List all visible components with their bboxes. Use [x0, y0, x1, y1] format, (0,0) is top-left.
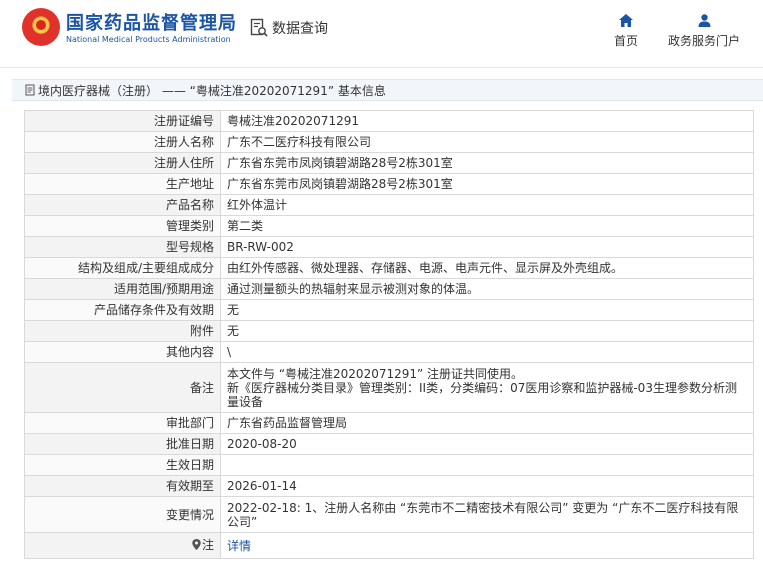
table-row: 变更情况 2022-02-18: 1、注册人名称由 “东莞市不二精密技术有限公司… [24, 496, 754, 533]
note-label-text: 注 [201, 537, 214, 552]
site-name-cn: 国家药品监督管理局 [66, 13, 237, 34]
field-label: 生产地址 [24, 173, 221, 195]
home-icon [619, 14, 633, 27]
field-value: 第二类 [220, 215, 754, 237]
field-label: 产品储存条件及有效期 [24, 299, 221, 321]
field-value: 无 [220, 299, 754, 321]
field-value [220, 454, 754, 476]
field-value: 由红外传感器、微处理器、存储器、电源、电声元件、显示屏及外壳组成。 [220, 257, 754, 279]
table-row: 生效日期 [24, 454, 754, 476]
field-label: 型号规格 [24, 236, 221, 258]
field-label: 有效期至 [24, 475, 221, 497]
site-header: 国家药品监督管理局 National Medical Products Admi… [0, 0, 763, 68]
table-row: 生产地址 广东省东莞市凤岗镇碧湖路28号2栋301室 [24, 173, 754, 195]
field-label: 产品名称 [24, 194, 221, 216]
field-label: 适用范围/预期用途 [24, 278, 221, 300]
field-value: 无 [220, 320, 754, 342]
field-label: 注册人名称 [24, 131, 221, 153]
field-label: 注册人住所 [24, 152, 221, 174]
table-row: 其他内容 \ [24, 341, 754, 363]
field-label: 审批部门 [24, 412, 221, 434]
nav-gov-service-portal[interactable]: 政务服务门户 [668, 14, 740, 49]
field-value: \ [220, 341, 754, 363]
site-name-en: National Medical Products Administration [66, 35, 231, 44]
change-record: 2022-02-18: 1、注册人名称由 “东莞市不二精密技术有限公司” 变更为… [227, 500, 739, 529]
table-row: 适用范围/预期用途 通过测量额头的热辐射来显示被测对象的体温。 [24, 278, 754, 300]
field-label: 备注 [24, 362, 221, 413]
field-value: 广东省东莞市凤岗镇碧湖路28号2栋301室 [220, 152, 754, 174]
table-row: 备注 本文件与 “粤械注准20202071291” 注册证共同使用。 新《医疗器… [24, 362, 754, 413]
location-pin-icon [192, 539, 201, 551]
field-value: 本文件与 “粤械注准20202071291” 注册证共同使用。 新《医疗器械分类… [220, 362, 754, 413]
table-row: 附件 无 [24, 320, 754, 342]
field-value: 2020-08-20 [220, 433, 754, 455]
field-value: 广东省东莞市凤岗镇碧湖路28号2栋301室 [220, 173, 754, 195]
field-label: 生效日期 [24, 454, 221, 476]
remark-line: 新《医疗器械分类目录》管理类别：II类，分类编码：07医用诊察和监护器械-03生… [227, 380, 737, 409]
table-row: 注 详情 [24, 532, 754, 559]
field-label: 批准日期 [24, 433, 221, 455]
table-row: 注册人住所 广东省东莞市凤岗镇碧湖路28号2栋301室 [24, 152, 754, 174]
remark-line: 本文件与 “粤械注准20202071291” 注册证共同使用。 [227, 366, 524, 381]
field-value: 通过测量额头的热辐射来显示被测对象的体温。 [220, 278, 754, 300]
table-row: 审批部门 广东省药品监督管理局 [24, 412, 754, 434]
record-title-bar: 境内医疗器械（注册） —— “粤械注准20202071291” 基本信息 [12, 79, 763, 101]
table-row: 注册证编号 粤械注准20202071291 [24, 110, 754, 132]
table-row: 注册人名称 广东不二医疗科技有限公司 [24, 131, 754, 153]
field-label: 变更情况 [24, 496, 221, 533]
nav-home[interactable]: 首页 [614, 14, 638, 49]
table-row: 产品名称 红外体温计 [24, 194, 754, 216]
field-label: 管理类别 [24, 215, 221, 237]
data-query-link[interactable]: 数据查询 [250, 18, 328, 38]
user-icon [698, 14, 710, 27]
nav-home-label: 首页 [614, 34, 639, 48]
note-label: 注 [192, 538, 214, 552]
field-value: 广东省药品监督管理局 [220, 412, 754, 434]
record-title: 境内医疗器械（注册） —— “粤械注准20202071291” 基本信息 [38, 83, 386, 98]
field-value: 粤械注准20202071291 [220, 110, 754, 132]
table-row: 型号规格 BR-RW-002 [24, 236, 754, 258]
table-row: 产品储存条件及有效期 无 [24, 299, 754, 321]
note-label-cell: 注 [24, 532, 221, 559]
document-icon [25, 84, 35, 96]
field-value: BR-RW-002 [220, 236, 754, 258]
field-label: 注册证编号 [24, 110, 221, 132]
table-row: 管理类别 第二类 [24, 215, 754, 237]
field-label: 结构及组成/主要组成成分 [24, 257, 221, 279]
table-row: 批准日期 2020-08-20 [24, 433, 754, 455]
field-value: 详情 [220, 532, 754, 559]
national-emblem-icon [22, 8, 60, 46]
data-query-label: 数据查询 [272, 21, 328, 37]
field-value: 2022-02-18: 1、注册人名称由 “东莞市不二精密技术有限公司” 变更为… [220, 496, 754, 533]
nav-portal-label: 政务服务门户 [668, 34, 741, 48]
field-value: 广东不二医疗科技有限公司 [220, 131, 754, 153]
table-row: 结构及组成/主要组成成分 由红外传感器、微处理器、存储器、电源、电声元件、显示屏… [24, 257, 754, 279]
field-label: 其他内容 [24, 341, 221, 363]
field-label: 附件 [24, 320, 221, 342]
basic-info-table: 注册证编号 粤械注准20202071291 注册人名称 广东不二医疗科技有限公司… [24, 110, 754, 559]
document-search-icon [250, 18, 268, 37]
table-row: 有效期至 2026-01-14 [24, 475, 754, 497]
field-value: 红外体温计 [220, 194, 754, 216]
details-link[interactable]: 详情 [227, 539, 251, 553]
field-value: 2026-01-14 [220, 475, 754, 497]
